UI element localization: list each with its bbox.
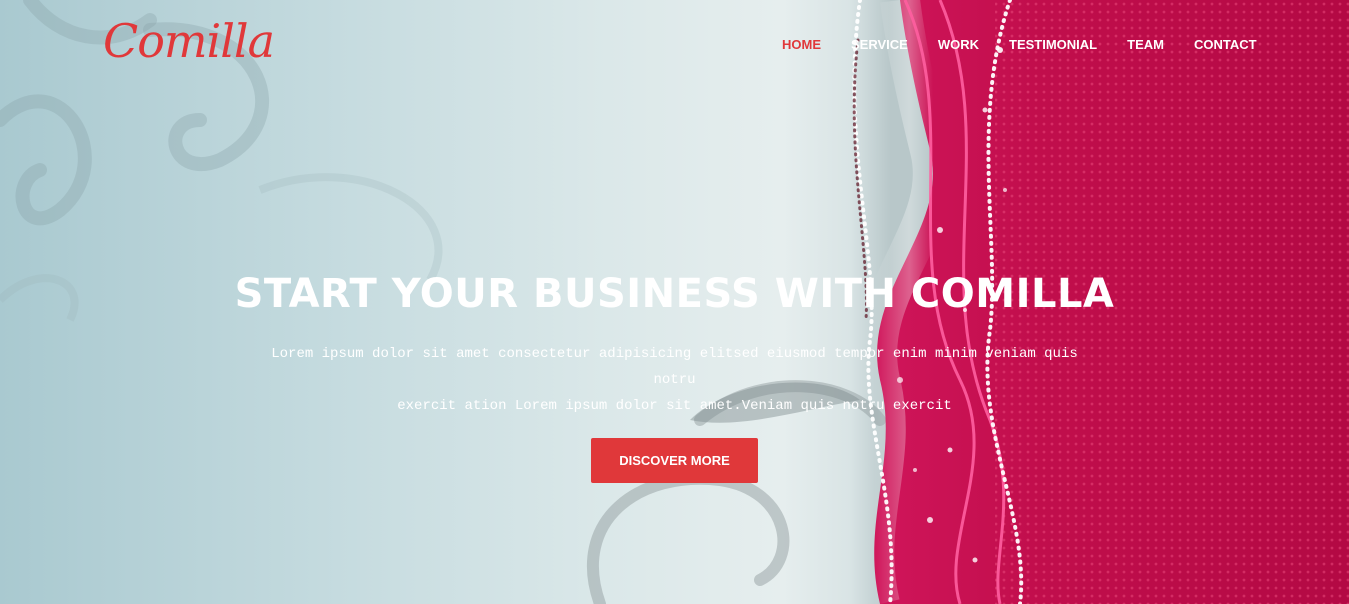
discover-more-button[interactable]: DISCOVER MORE <box>591 438 758 483</box>
nav-item-home[interactable]: HOME <box>782 37 821 53</box>
top-navbar: Comilla HOME SERVICE WORK TESTIMONIAL TE… <box>0 0 1349 90</box>
hero-description: Lorem ipsum dolor sit amet consectetur a… <box>265 341 1085 419</box>
nav-item-testimonial[interactable]: TESTIMONIAL <box>1009 37 1097 53</box>
hero-title: START YOUR BUSINESS WITH COMILLA <box>234 271 1115 317</box>
hero-description-line-1: Lorem ipsum dolor sit amet consectetur a… <box>271 346 1078 388</box>
brand-logo[interactable]: Comilla <box>103 14 275 69</box>
hero-section: Comilla HOME SERVICE WORK TESTIMONIAL TE… <box>0 0 1349 604</box>
nav-item-contact[interactable]: CONTACT <box>1194 37 1257 53</box>
hero-description-line-2: exercit ation Lorem ipsum dolor sit amet… <box>397 398 952 414</box>
nav-item-work[interactable]: WORK <box>938 37 979 53</box>
nav-item-service[interactable]: SERVICE <box>851 37 908 53</box>
nav-item-team[interactable]: TEAM <box>1127 37 1164 53</box>
main-nav: HOME SERVICE WORK TESTIMONIAL TEAM CONTA… <box>782 37 1257 53</box>
hero-content: START YOUR BUSINESS WITH COMILLA Lorem i… <box>0 265 1349 419</box>
